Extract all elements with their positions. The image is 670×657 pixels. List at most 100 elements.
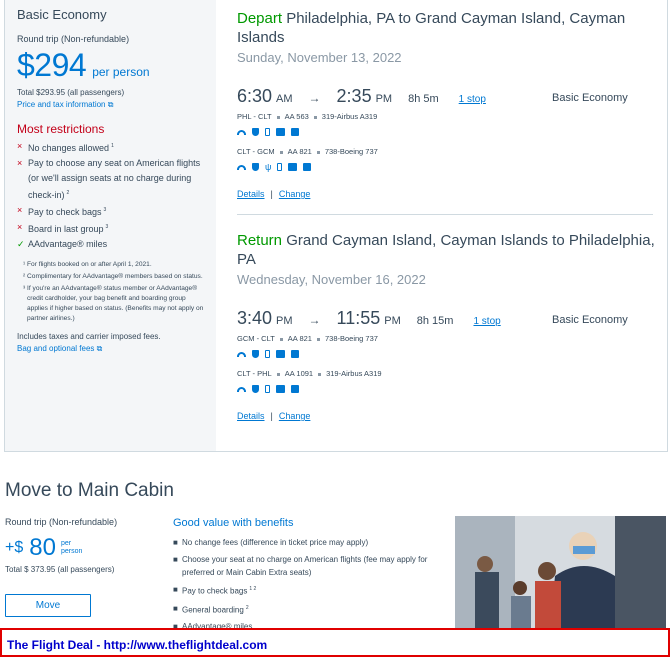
entertainment-icon [291, 128, 299, 136]
stops-link[interactable]: 1 stop [459, 94, 486, 105]
restriction-item: × Pay to choose any seat on American flig… [17, 156, 204, 203]
benefit-item: ■ General boarding 2 [173, 603, 249, 615]
phone-icon [265, 128, 270, 136]
amenities: ψ [237, 162, 657, 172]
return-actions: Details | Change [237, 411, 311, 421]
main-cabin-trip-type: Round trip (Non-refundable) [5, 517, 118, 527]
footnote: ¹ For flights booked on or after April 1… [23, 261, 152, 268]
x-icon: × [17, 141, 23, 151]
check-icon: ✓ [17, 239, 25, 249]
restriction-item: × Board in last group 3 [17, 220, 204, 237]
taxes-note: Includes taxes and carrier imposed fees. [17, 332, 161, 341]
benefits-heading: Good value with benefits [173, 517, 294, 529]
tv-icon [276, 350, 285, 358]
main-cabin-price-panel: Round trip (Non-refundable) +$ 80 per per… [5, 517, 165, 617]
entertainment-icon [303, 163, 311, 171]
shield-icon [252, 350, 259, 358]
wifi-icon [237, 164, 246, 170]
footnotes: ¹ For flights booked on or after April 1… [17, 260, 204, 324]
return-section: Return Grand Cayman Island, Cayman Islan… [237, 231, 657, 421]
amenities [237, 349, 657, 359]
x-icon: × [17, 205, 23, 215]
site-banner: The Flight Deal - http://www.theflightde… [0, 628, 670, 657]
divider [237, 214, 653, 215]
per-person-label: per person [92, 65, 150, 79]
change-link[interactable]: Change [279, 411, 311, 421]
cabin-label: Basic Economy [552, 314, 628, 326]
bag-fees-link[interactable]: Bag and optional fees ⧉ [17, 344, 204, 354]
wifi-icon [237, 129, 246, 135]
amenities [237, 127, 657, 137]
external-link-icon: ⧉ [107, 100, 114, 109]
segment-info: CLT - PHL AA 1091 319-Airbus A319 [237, 369, 382, 378]
segment-info: GCM - CLT AA 821 738-Boeing 737 [237, 334, 378, 343]
tv-icon [276, 128, 285, 136]
price-tax-info-link[interactable]: Price and tax information ⧉ [17, 100, 204, 110]
main-cabin-price: +$ 80 per person [5, 534, 165, 562]
phone-icon [277, 163, 282, 171]
depart-title: Depart Philadelphia, PA to Grand Cayman … [237, 10, 626, 46]
x-icon: × [17, 222, 23, 232]
segment-info: PHL - CLT AA 563 319-Airbus A319 [237, 112, 378, 121]
cabin-photo-illustration [455, 516, 666, 628]
depart-date: Sunday, November 13, 2022 [237, 50, 402, 65]
price-plus: +$ [5, 539, 24, 556]
arrow-right-icon: → [308, 313, 321, 327]
restriction-item: × No changes allowed 1 [17, 139, 204, 156]
cabin-label: Basic Economy [552, 92, 628, 104]
cabin-photo [455, 516, 666, 628]
itinerary: Depart Philadelphia, PA to Grand Cayman … [237, 0, 657, 421]
stops-link[interactable]: 1 stop [473, 316, 500, 327]
return-times: 3:40 PM → 11:55 PM 8h 15m 1 stop Basic Eco… [237, 308, 657, 330]
details-link[interactable]: Details [237, 411, 265, 421]
phone-icon [265, 385, 270, 393]
depart-time: 6:30 AM [237, 86, 293, 106]
power-icon: ψ [265, 162, 272, 172]
tv-icon [276, 385, 285, 393]
banner-text[interactable]: The Flight Deal - http://www.theflightde… [7, 638, 267, 652]
depart-section: Depart Philadelphia, PA to Grand Cayman … [237, 9, 657, 199]
trip-type: Round trip (Non-refundable) [17, 34, 130, 44]
fare-card: Basic Economy Round trip (Non-refundable… [4, 0, 668, 452]
total-price: Total $293.95 (all passengers) [17, 88, 125, 97]
arrive-time: 2:35 PM [336, 86, 393, 106]
wifi-icon [237, 386, 246, 392]
benefit-item: ■ No change fees (difference in ticket pr… [173, 538, 369, 547]
benefit-item: ■ Choose your seat at no charge on Americ… [173, 555, 428, 577]
restriction-item: × Pay to check bags 3 [17, 203, 204, 220]
details-link[interactable]: Details [237, 189, 265, 199]
phone-icon [265, 350, 270, 358]
benefit-item: ■ Pay to check bags 1 2 [173, 585, 257, 596]
price-amount: $294 [17, 47, 87, 83]
arrive-time: 11:55 PM [336, 308, 401, 328]
depart-time: 3:40 PM [237, 308, 293, 328]
price-amount: 80 [29, 534, 56, 561]
shield-icon [252, 128, 259, 136]
tv-icon [288, 163, 297, 171]
duration: 8h 5m [408, 93, 439, 105]
move-button[interactable]: Move [5, 594, 91, 617]
x-icon: × [17, 158, 23, 168]
duration: 8h 15m [416, 315, 454, 327]
main-cabin-title: Move to Main Cabin [5, 480, 174, 501]
entertainment-icon [291, 350, 299, 358]
entertainment-icon [291, 385, 299, 393]
restrictions-heading: Most restrictions [17, 122, 105, 136]
change-link[interactable]: Change [279, 189, 311, 199]
wifi-icon [237, 351, 246, 357]
return-title: Return Grand Cayman Island, Cayman Islan… [237, 232, 655, 268]
restrictions-list: × No changes allowed 1 × Pay to choose any … [17, 139, 204, 252]
amenities [237, 384, 657, 394]
price: $294 per person [17, 47, 204, 84]
segment-info: CLT - GCM AA 821 738-Boeing 737 [237, 147, 378, 156]
arrow-right-icon: → [308, 91, 321, 105]
per-person-label: per person [60, 540, 83, 555]
main-cabin-benefits: Good value with benefits ■ No change fees… [173, 517, 443, 637]
main-cabin-total: Total $ 373.95 (all passengers) [5, 565, 115, 574]
benefits-list: ■ No change fees (difference in ticket pr… [173, 536, 443, 633]
return-date: Wednesday, November 16, 2022 [237, 272, 426, 287]
restriction-item: ✓ AAdvantage® miles [17, 237, 204, 252]
fare-summary-panel: Basic Economy Round trip (Non-refundable… [5, 0, 216, 451]
footnote: ² Complimentary for AAdvantage® members … [23, 273, 203, 280]
shield-icon [252, 385, 259, 393]
